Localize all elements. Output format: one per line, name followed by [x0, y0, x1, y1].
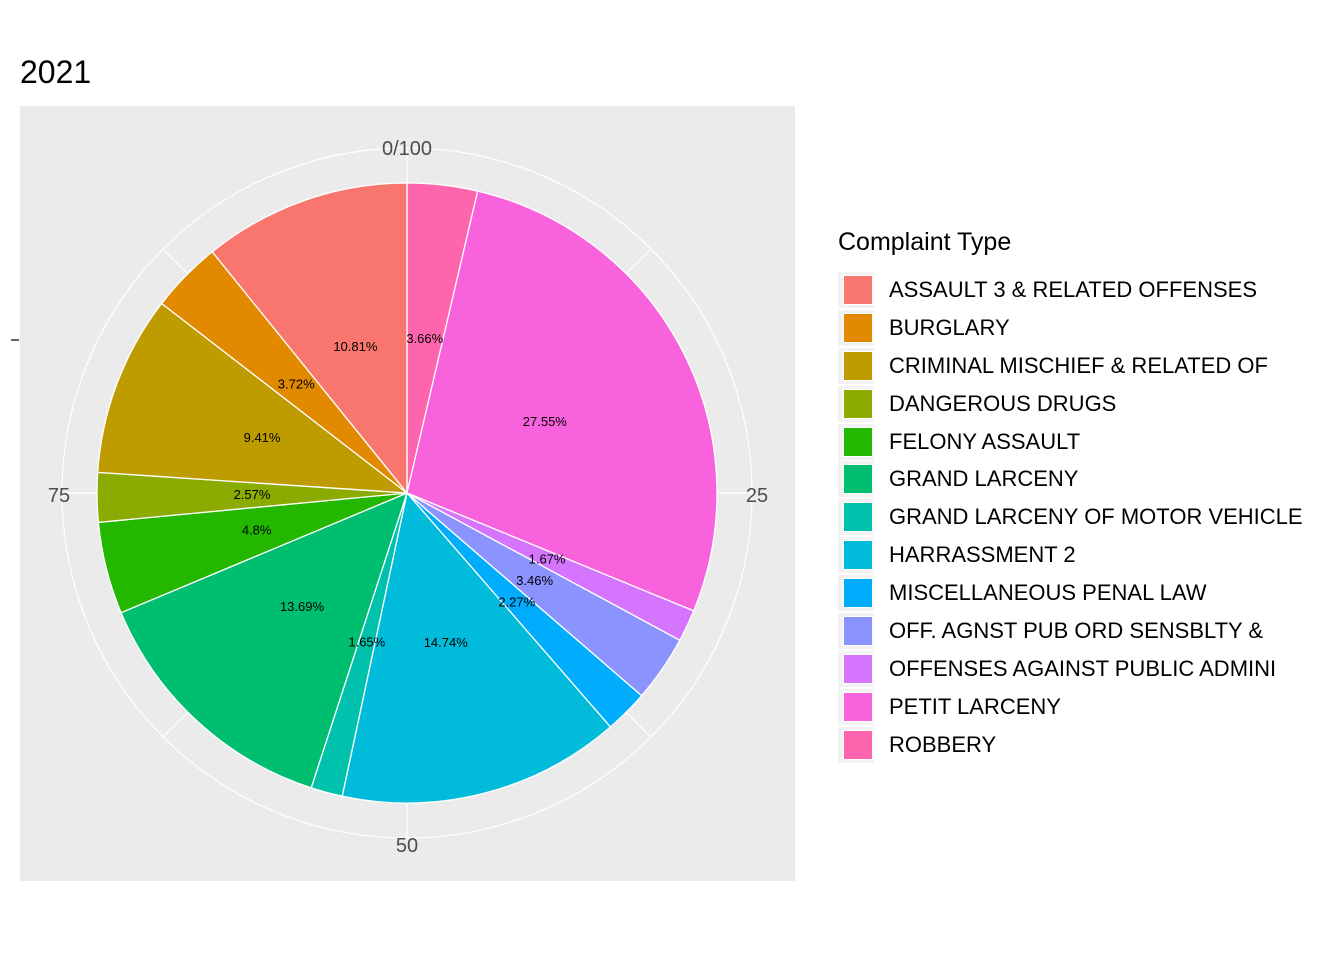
legend-item: PETIT LARCENY	[838, 688, 1303, 726]
legend-swatch	[842, 540, 873, 571]
legend-key	[838, 650, 874, 687]
legend-label: CRIMINAL MISCHIEF & RELATED OF	[889, 352, 1268, 378]
legend-label: GRAND LARCENY	[889, 466, 1079, 492]
legend-label: DANGEROUS DRUGS	[889, 390, 1117, 416]
legend-key	[838, 309, 874, 346]
legend-item: DANGEROUS DRUGS	[838, 385, 1303, 423]
legend: Complaint Type ASSAULT 3 & RELATED OFFEN…	[838, 228, 1303, 764]
legend-swatch	[842, 426, 873, 457]
legend-item: MISCELLANEOUS PENAL LAW	[838, 574, 1303, 612]
legend-label: ASSAULT 3 & RELATED OFFENSES	[889, 276, 1257, 302]
legend-swatch	[842, 578, 873, 609]
legend-key	[838, 537, 874, 574]
legend-label: OFF. AGNST PUB ORD SENSBLTY &	[889, 617, 1264, 643]
theta-tick-label: 25	[746, 485, 768, 507]
slice-label: 3.46%	[516, 573, 553, 588]
legend-swatch	[842, 502, 873, 533]
legend-swatch	[842, 653, 873, 684]
legend-key	[838, 726, 874, 763]
legend-label: OFFENSES AGAINST PUBLIC ADMINI	[889, 655, 1277, 681]
legend-label: PETIT LARCENY	[889, 693, 1061, 719]
legend-items: ASSAULT 3 & RELATED OFFENSES BURGLARY CRIM…	[838, 271, 1303, 764]
legend-item: CRIMINAL MISCHIEF & RELATED OF	[838, 347, 1303, 385]
pie-slices	[96, 182, 718, 804]
slice-label: 9.41%	[244, 430, 281, 445]
theta-tick-label: 75	[48, 485, 70, 507]
legend-label: ROBBERY	[889, 731, 997, 757]
legend-item: ROBBERY	[838, 726, 1303, 764]
slice-label: 14.74%	[424, 635, 469, 650]
legend-title: Complaint Type	[838, 228, 1012, 256]
legend-key	[838, 688, 874, 725]
legend-key	[838, 575, 874, 612]
legend-key	[838, 461, 874, 498]
slice-label: 13.69%	[280, 599, 325, 614]
legend-swatch	[842, 615, 873, 646]
legend-item: ASSAULT 3 & RELATED OFFENSES	[838, 271, 1303, 309]
legend-label: GRAND LARCENY OF MOTOR VEHICLE	[889, 504, 1303, 530]
legend-swatch	[842, 312, 873, 343]
slice-label: 3.66%	[406, 331, 443, 346]
legend-label: BURGLARY	[889, 314, 1010, 340]
legend-key	[838, 423, 874, 460]
legend-swatch	[842, 464, 873, 495]
slice-label: 1.67%	[529, 551, 566, 566]
legend-swatch	[842, 729, 873, 760]
legend-item: OFF. AGNST PUB ORD SENSBLTY &	[838, 612, 1303, 650]
legend-swatch	[842, 388, 873, 419]
legend-key	[838, 271, 874, 308]
legend-swatch	[842, 274, 873, 305]
legend-label: HARRASSMENT 2	[889, 542, 1076, 568]
slice-label: 27.55%	[523, 414, 568, 429]
legend-item: BURGLARY	[838, 309, 1303, 347]
legend-item: HARRASSMENT 2	[838, 536, 1303, 574]
legend-item: FELONY ASSAULT	[838, 423, 1303, 461]
slice-label: 4.8%	[242, 523, 272, 538]
legend-label: MISCELLANEOUS PENAL LAW	[889, 580, 1207, 606]
slice-label: 3.72%	[278, 377, 315, 392]
legend-item: GRAND LARCENY	[838, 460, 1303, 498]
theta-tick-label: 50	[396, 835, 418, 857]
legend-key	[838, 499, 874, 536]
slice-label: 2.27%	[498, 594, 535, 609]
legend-swatch	[842, 691, 873, 722]
legend-key	[838, 385, 874, 422]
legend-label: FELONY ASSAULT	[889, 428, 1081, 454]
legend-key	[838, 347, 874, 384]
legend-key	[838, 612, 874, 649]
slice-label: 10.81%	[333, 339, 378, 354]
theta-tick-label: 0/100	[382, 138, 432, 160]
legend-swatch	[842, 350, 873, 381]
slice-label: 1.65%	[348, 635, 385, 650]
legend-item: OFFENSES AGAINST PUBLIC ADMINI	[838, 650, 1303, 688]
legend-item: GRAND LARCENY OF MOTOR VEHICLE	[838, 498, 1303, 536]
slice-label: 2.57%	[234, 487, 271, 502]
